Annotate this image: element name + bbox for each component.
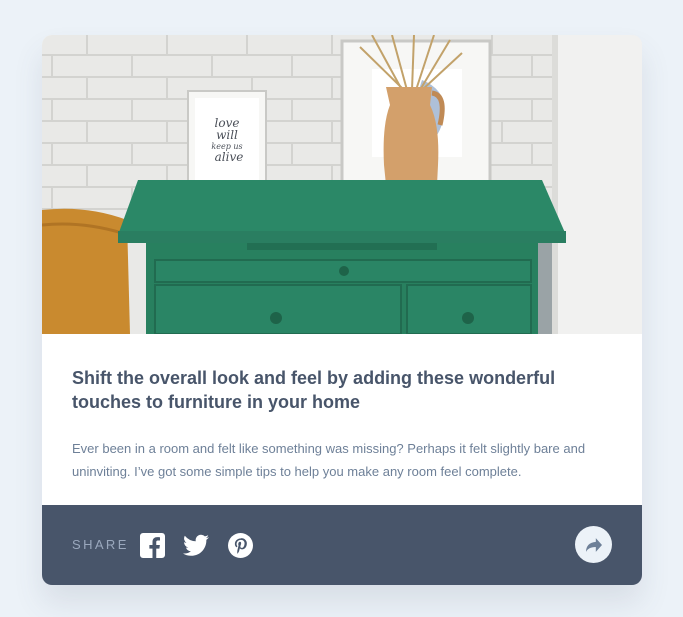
share-arrow-icon	[585, 537, 602, 552]
share-button[interactable]	[575, 526, 612, 563]
article-title[interactable]: Shift the overall look and feel by addin…	[72, 366, 612, 414]
article-body: Shift the overall look and feel by addin…	[42, 334, 642, 505]
article-description: Ever been in a room and felt like someth…	[72, 441, 586, 479]
article-card: love will keep us alive Shift the overal…	[42, 35, 642, 585]
svg-text:alive: alive	[215, 150, 244, 164]
pinterest-icon[interactable]	[228, 533, 253, 558]
share-footer: SHARE	[42, 505, 642, 585]
article-image: love will keep us alive	[42, 35, 642, 334]
share-label: SHARE	[72, 537, 129, 552]
facebook-icon[interactable]	[140, 533, 165, 558]
twitter-icon[interactable]	[183, 533, 209, 558]
svg-text:will: will	[216, 128, 238, 142]
